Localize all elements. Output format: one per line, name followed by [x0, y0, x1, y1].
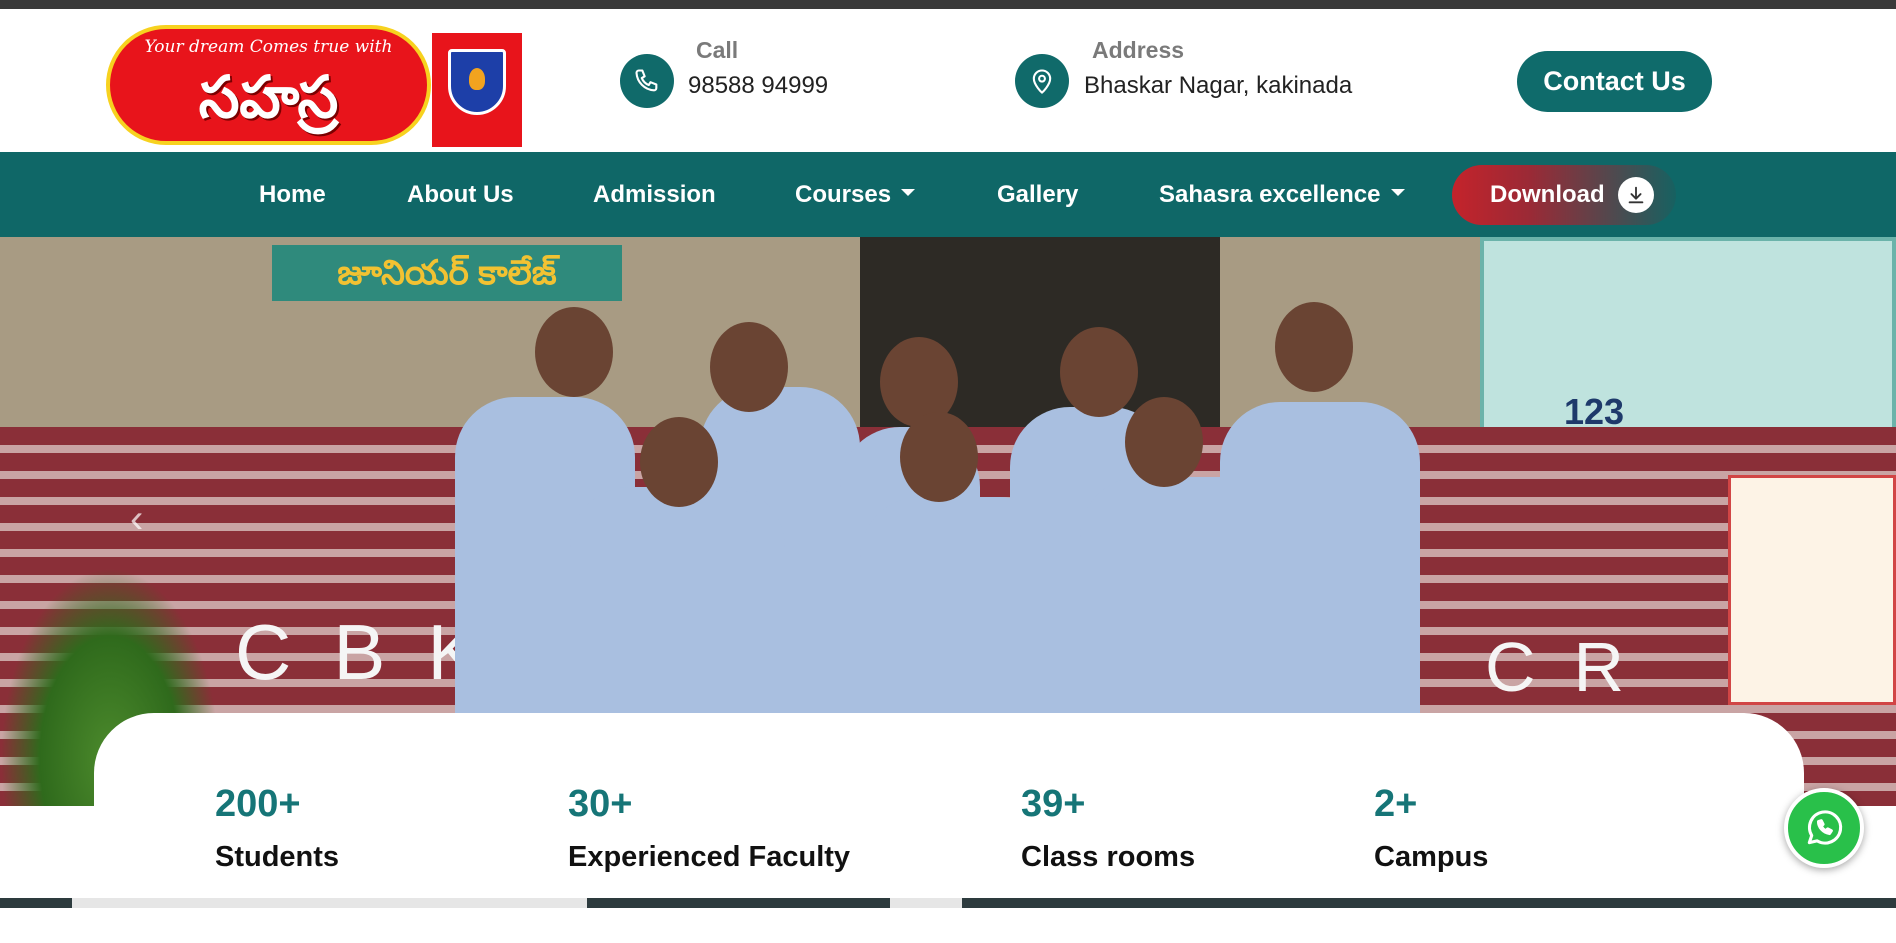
site-logo[interactable]: Your dream Comes true with సహస్ర: [106, 25, 431, 145]
school-crest: [432, 33, 522, 147]
caret-down-icon: [1390, 189, 1405, 197]
crest-shield-icon: [448, 49, 506, 115]
stat-faculty-number: 30+: [568, 783, 633, 825]
student-head: [710, 322, 788, 412]
nav-item-home[interactable]: Home: [259, 152, 326, 237]
stat-students-number: 200+: [215, 783, 301, 825]
fence-letters-right: CR: [1485, 628, 1663, 706]
nav-item-label: Courses: [795, 181, 892, 208]
address-value: Bhaskar Nagar, kakinada: [1084, 72, 1353, 99]
nav-item-gallery[interactable]: Gallery: [997, 152, 1078, 237]
stat-classrooms-label: Class rooms: [1021, 841, 1196, 873]
logo-brand-name: సహస్ర: [198, 63, 339, 131]
map-pin-icon: [1015, 54, 1069, 108]
download-icon: [1618, 177, 1654, 213]
site-header: Your dream Comes true with సహస్ర Call 98…: [0, 9, 1896, 152]
call-number[interactable]: 98588 94999: [688, 72, 828, 100]
download-label: Download: [1490, 181, 1605, 208]
hero-results-board: 123: [1480, 237, 1896, 452]
stat-campus-label: Campus: [1374, 841, 1489, 873]
phone-icon: [620, 54, 674, 108]
chevron-left-icon[interactable]: ‹: [130, 499, 160, 539]
student-head: [535, 307, 613, 397]
top-strip: [0, 0, 1896, 9]
nav-item-label: About Us: [407, 181, 514, 208]
student-head: [1060, 327, 1138, 417]
call-label: Call: [696, 37, 739, 63]
student-head: [640, 417, 718, 507]
logo-tagline: Your dream Comes true with: [144, 37, 393, 57]
caret-down-icon: [901, 189, 916, 197]
nav-item-label: Gallery: [997, 181, 1079, 208]
nav-item-label: Sahasra excellence: [1159, 181, 1381, 208]
nav-item-courses[interactable]: Courses: [795, 152, 916, 237]
nav-item-about-us[interactable]: About Us: [407, 152, 514, 237]
download-button[interactable]: Download: [1452, 165, 1676, 225]
bottom-strip-segment: [72, 898, 587, 908]
student-head: [1125, 397, 1203, 487]
stat-faculty-label: Experienced Faculty: [568, 841, 851, 873]
hero-college-sign: జూనియర్ కాలేజ్: [272, 245, 622, 301]
stat-students-label: Students: [215, 841, 340, 873]
address-label: Address: [1092, 37, 1185, 63]
nav-item-label: Admission: [593, 181, 716, 208]
bottom-strip-segment: [890, 898, 962, 908]
hero-wall-poster: [1728, 475, 1896, 705]
stat-campus-number: 2+: [1374, 783, 1418, 825]
nav-item-label: Home: [259, 181, 326, 208]
stats-card: 200+ Students 30+ Experienced Faculty 39…: [94, 713, 1804, 943]
whatsapp-icon[interactable]: [1784, 788, 1864, 868]
nav-item-sahasra-excellence[interactable]: Sahasra excellence: [1159, 152, 1405, 237]
contact-us-button[interactable]: Contact Us: [1517, 51, 1712, 112]
nav-item-admission[interactable]: Admission: [593, 152, 716, 237]
crest-flame-icon: [469, 68, 485, 90]
student-head: [900, 412, 978, 502]
stat-classrooms-number: 39+: [1021, 783, 1086, 825]
student-head: [1275, 302, 1353, 392]
